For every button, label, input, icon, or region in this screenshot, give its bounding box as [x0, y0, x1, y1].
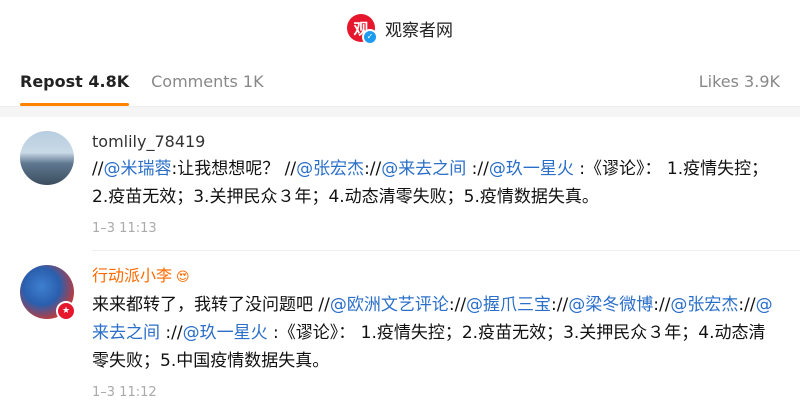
username[interactable]: tomlily_78419 — [92, 131, 780, 153]
tab-comments[interactable]: Comments 1K — [151, 72, 263, 91]
verified-badge-icon: ✓ — [362, 29, 378, 45]
timestamp: 1–3 11:12 — [92, 385, 157, 400]
mention-link[interactable]: @张宏杰 — [296, 159, 364, 179]
guancha-logo-icon[interactable]: 观 ✓ — [347, 14, 378, 45]
text-segment: :让我想想呢？ // — [171, 159, 297, 179]
mention-link[interactable]: @玖一星火 — [489, 159, 574, 179]
repost-text: //@米瑞蓉:让我想想呢？ //@张宏杰://@来去之间 ://@玖一星火 :《… — [92, 155, 780, 211]
text-segment: :// — [551, 295, 569, 315]
avatar[interactable] — [20, 131, 74, 185]
mention-link[interactable]: @玖一星火 — [183, 323, 268, 343]
username-row: 行动派小李 😍 — [92, 265, 780, 289]
repost-list: tomlily_78419 //@米瑞蓉:让我想想呢？ //@张宏杰://@来去… — [0, 117, 800, 400]
text-segment: :// — [653, 295, 671, 315]
text-segment: :// — [466, 159, 489, 179]
mention-link[interactable]: @梁冬微博 — [568, 295, 653, 315]
text-segment: // — [92, 159, 104, 179]
tab-likes[interactable]: Likes 3.9K — [699, 72, 780, 91]
repost-item[interactable]: tomlily_78419 //@米瑞蓉:让我想想呢？ //@张宏杰://@来去… — [0, 117, 800, 236]
timestamp: 1–3 11:13 — [92, 221, 157, 236]
app-header: 观 ✓ 观察者网 — [0, 0, 800, 56]
text-segment: :// — [364, 159, 382, 179]
avatar[interactable]: ★ — [20, 265, 76, 321]
mention-link[interactable]: @张宏杰 — [670, 295, 738, 315]
section-gap — [0, 107, 800, 117]
repost-item[interactable]: ★ 行动派小李 😍 来来都转了，我转了没问题吧 //@欧洲文艺评论://@握爪三宝… — [0, 251, 800, 400]
text-segment: 来来都转了，我转了没问题吧 // — [92, 295, 330, 315]
repost-text: 来来都转了，我转了没问题吧 //@欧洲文艺评论://@握爪三宝://@梁冬微博:… — [92, 291, 780, 375]
mention-link[interactable]: @握爪三宝 — [466, 295, 551, 315]
username[interactable]: 行动派小李 — [92, 266, 172, 285]
text-segment: :// — [160, 323, 183, 343]
mention-link[interactable]: @来去之间 — [381, 159, 466, 179]
mention-link[interactable]: @欧洲文艺评论 — [330, 295, 449, 315]
vip-badge-icon: ★ — [56, 301, 76, 321]
tab-repost[interactable]: Repost 4.8K — [20, 72, 130, 106]
emoji-icon: 😍 — [176, 270, 190, 285]
mention-link[interactable]: @米瑞蓉 — [103, 159, 171, 179]
text-segment: :// — [448, 295, 467, 315]
account-title[interactable]: 观察者网 — [385, 16, 453, 41]
tab-bar: Repost 4.8K Comments 1K Likes 3.9K — [0, 56, 800, 107]
text-segment: :// — [738, 295, 756, 315]
